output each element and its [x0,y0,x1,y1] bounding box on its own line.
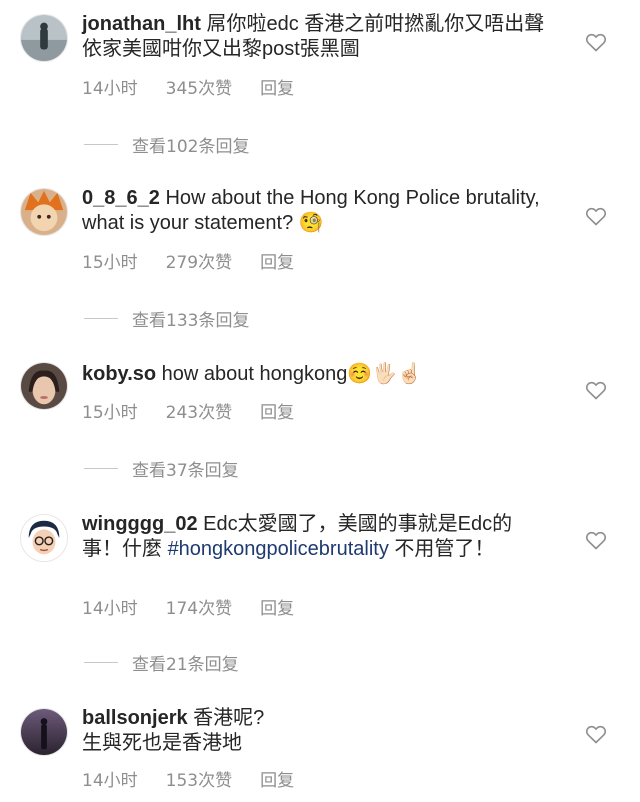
comment-meta: 15小时 279次赞 回复 [82,248,322,273]
reply-button[interactable]: 回复 [260,74,294,99]
like-heart-icon[interactable] [584,378,608,402]
view-replies-button[interactable]: 查看102条回复 [84,132,249,157]
comment-meta: 15小时 243次赞 回复 [82,398,322,423]
view-replies-label: 查看21条回复 [132,655,239,675]
woman-portrait-avatar [21,363,67,409]
view-replies-label: 查看37条回复 [132,461,239,481]
orange-hair-anime-avatar [21,189,67,235]
view-replies-button[interactable]: 查看21条回复 [84,650,239,675]
person-by-sea-avatar [21,15,67,61]
avatar[interactable] [20,188,68,236]
comment-time: 14小时 [82,599,138,619]
comment-body-line2: 生與死也是香港地 [82,732,242,754]
divider-line [84,468,118,469]
comment-text: koby.so how about hongkong☺️🖐🏻☝🏻 [82,362,552,387]
comment-text: wingggg_02 Edc太愛國了，美國的事就是Edc的事！什麼 #hongk… [82,512,552,562]
comment-username[interactable]: ballsonjerk [82,707,188,729]
cartoon-face-avatar [21,515,67,561]
divider-line [84,662,118,663]
emoji: 🧐 [298,212,324,234]
emoji: ☺️🖐🏻☝🏻 [347,363,423,385]
comment-username[interactable]: koby.so [82,363,156,385]
comment-username[interactable]: jonathan_lht [82,13,201,35]
comment-likes[interactable]: 174次赞 [166,594,232,619]
comment-body-end: 不用管了！ [388,538,495,560]
reply-button[interactable]: 回复 [260,766,294,791]
comment-username[interactable]: 0_8_6_2 [82,187,160,209]
view-replies-button[interactable]: 查看133条回复 [84,306,249,331]
like-heart-icon[interactable] [584,30,608,54]
comment-time: 15小时 [82,253,138,273]
view-replies-button[interactable]: 查看37条回复 [84,456,239,481]
comment-username[interactable]: wingggg_02 [82,513,198,535]
avatar[interactable] [20,514,68,562]
divider-line [84,144,118,145]
view-replies-label: 查看102条回复 [132,137,250,157]
comment-time: 15小时 [82,403,138,423]
comment-time: 14小时 [82,771,138,791]
comment-likes[interactable]: 153次赞 [166,766,232,791]
comment-meta: 14小时 174次赞 回复 [82,594,322,619]
comment-text: 0_8_6_2 How about the Hong Kong Police b… [82,186,552,236]
avatar[interactable] [20,362,68,410]
like-heart-icon[interactable] [584,204,608,228]
comment-body: 香港呢? [193,707,265,729]
divider-line [84,318,118,319]
reply-button[interactable]: 回复 [260,594,294,619]
like-heart-icon[interactable] [584,722,608,746]
avatar[interactable] [20,14,68,62]
comment-meta: 14小时 345次赞 回复 [82,74,322,99]
comment-text: ballsonjerk 香港呢? 生與死也是香港地 [82,706,552,756]
comment-likes[interactable]: 243次赞 [166,398,232,423]
dark-figure-avatar [21,709,67,755]
like-heart-icon[interactable] [584,528,608,552]
comment-body: how about hongkong [161,363,348,385]
reply-button[interactable]: 回复 [260,398,294,423]
avatar[interactable] [20,708,68,756]
hashtag-link[interactable]: #hongkongpolicebrutality [168,538,389,560]
comment-text: jonathan_lht 屌你啦edc 香港之前咁撚亂你又唔出聲 依家美國咁你又… [82,12,552,62]
comment-likes[interactable]: 279次赞 [166,248,232,273]
comment-meta: 14小时 153次赞 回复 [82,766,322,791]
reply-button[interactable]: 回复 [260,248,294,273]
view-replies-label: 查看133条回复 [132,311,250,331]
comment-likes[interactable]: 345次赞 [166,74,232,99]
comment-time: 14小时 [82,79,138,99]
